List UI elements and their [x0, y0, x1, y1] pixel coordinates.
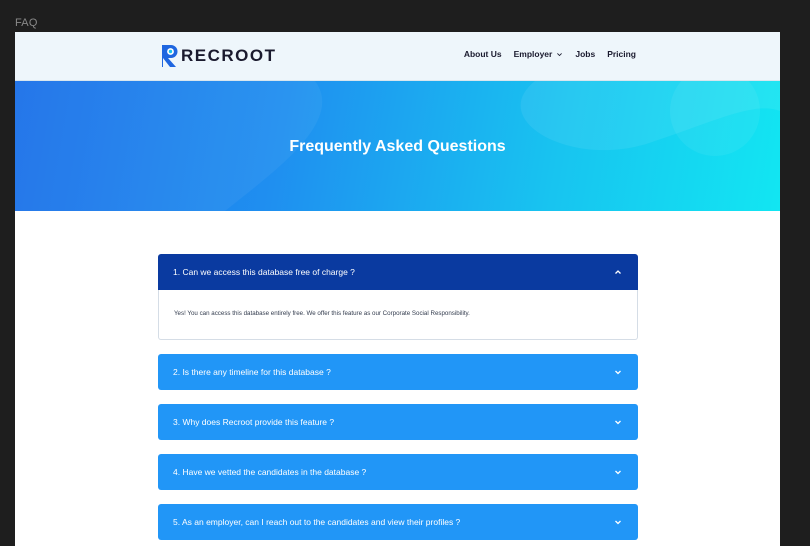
chevron-down-icon: [615, 420, 621, 425]
nav-link-label: Pricing: [607, 49, 636, 59]
faq-item: 2. Is there any timeline for this databa…: [158, 354, 638, 390]
navbar: RECROOT About Us Employer Jobs Pricing: [15, 32, 780, 81]
faq-item: 5. As an employer, can I reach out to th…: [158, 504, 638, 540]
nav-links: About Us Employer Jobs Pricing: [464, 49, 636, 59]
faq-question-header[interactable]: 1. Can we access this database free of c…: [158, 254, 638, 290]
faq-question-header[interactable]: 3. Why does Recroot provide this feature…: [158, 404, 638, 440]
chevron-down-icon: [615, 470, 621, 475]
nav-link-label: Employer: [513, 49, 553, 59]
faq-question: 3. Why does Recroot provide this feature…: [173, 417, 335, 427]
faq-answer: Yes! You can access this database entire…: [174, 310, 470, 317]
nav-link-employer[interactable]: Employer: [514, 49, 564, 59]
chevron-down-icon: [557, 52, 563, 56]
nav-link-jobs[interactable]: Jobs: [575, 49, 595, 59]
recroot-logo-icon: [160, 44, 180, 68]
faq-question-header[interactable]: 2. Is there any timeline for this databa…: [158, 354, 638, 390]
chevron-down-icon: [615, 520, 621, 525]
chevron-up-icon: [615, 270, 621, 274]
chevron-down-icon: [615, 370, 621, 375]
hero-banner: Frequently Asked Questions: [15, 81, 780, 211]
frame-label: FAQ: [15, 17, 38, 29]
faq-answer-panel: Yes! You can access this database entire…: [158, 290, 638, 340]
nav-link-label: About Us: [463, 49, 502, 59]
faq-question: 5. As an employer, can I reach out to th…: [173, 517, 461, 527]
faq-question: 1. Can we access this database free of c…: [173, 267, 355, 277]
faq-question: 4. Have we vetted the candidates in the …: [173, 467, 367, 477]
hero-title: Frequently Asked Questions: [289, 138, 506, 155]
brand-name: RECROOT: [181, 46, 277, 65]
nav-link-about-us[interactable]: About Us: [464, 49, 502, 59]
faq-question-header[interactable]: 5. As an employer, can I reach out to th…: [158, 504, 638, 540]
faq-item: 3. Why does Recroot provide this feature…: [158, 404, 638, 440]
nav-link-label: Jobs: [575, 49, 596, 59]
logo[interactable]: RECROOT: [160, 44, 277, 68]
nav-link-pricing[interactable]: Pricing: [607, 49, 636, 59]
faq-question: 2. Is there any timeline for this databa…: [173, 367, 331, 377]
faq-item: 1. Can we access this database free of c…: [158, 254, 638, 340]
faq-list: 1. Can we access this database free of c…: [158, 254, 638, 546]
faq-question-header[interactable]: 4. Have we vetted the candidates in the …: [158, 454, 638, 490]
page: RECROOT About Us Employer Jobs Pricing F…: [15, 32, 780, 546]
faq-item: 4. Have we vetted the candidates in the …: [158, 454, 638, 490]
